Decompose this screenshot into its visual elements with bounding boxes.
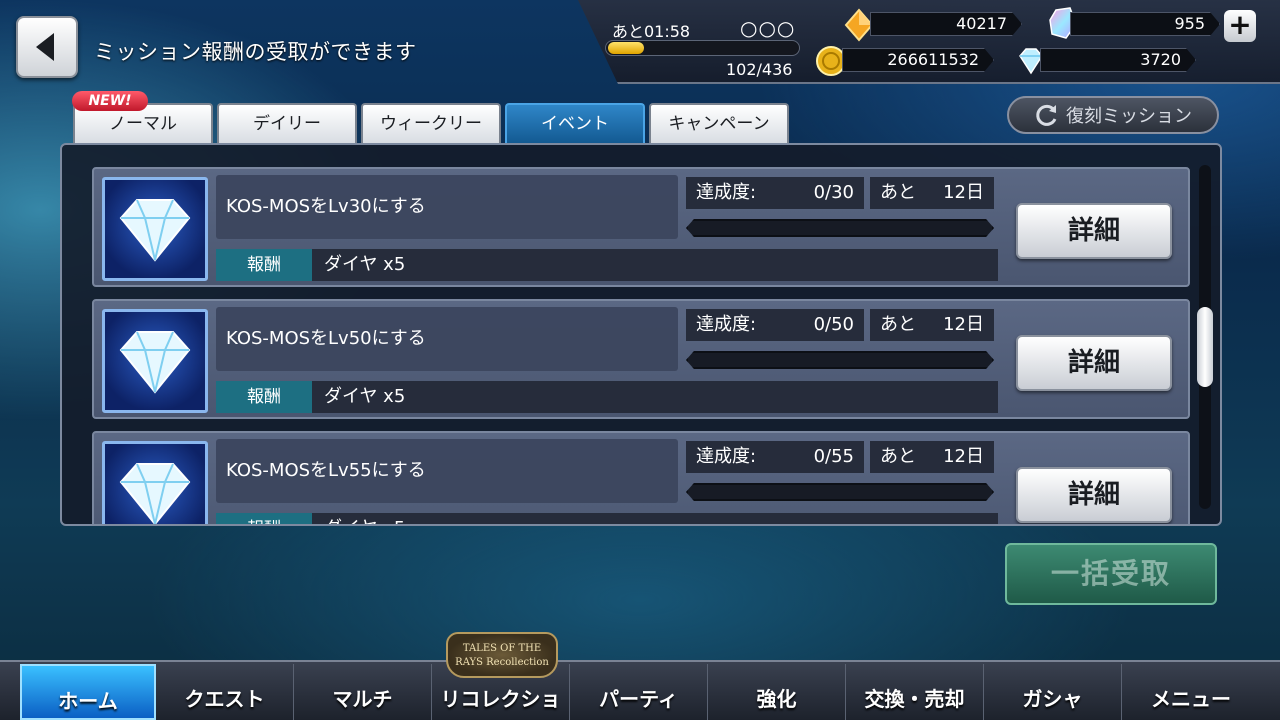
- nav-quest[interactable]: クエスト: [156, 664, 294, 720]
- rainbow-crystal-count: 955: [1070, 12, 1220, 36]
- remaining-time-box: あと 12日: [870, 441, 994, 473]
- remaining-label: あと: [880, 314, 916, 335]
- tab-event[interactable]: イベント: [505, 103, 645, 143]
- mission-row: KOS-MOSをLv50にする 達成度: 0/50 あと 12日 報酬 ダイヤ …: [92, 299, 1190, 419]
- progress-value: 0/30: [813, 182, 854, 203]
- diamond-reward-icon: [102, 309, 208, 413]
- tab-daily[interactable]: デイリー: [217, 103, 357, 143]
- mission-title: KOS-MOSをLv30にする: [216, 175, 678, 239]
- back-button[interactable]: [16, 16, 78, 78]
- progress-value: 0/50: [813, 314, 854, 335]
- mission-row: KOS-MOSをLv30にする 達成度: 0/30 あと 12日 報酬 ダイヤ …: [92, 167, 1190, 287]
- tab-campaign[interactable]: キャンペーン: [649, 103, 789, 143]
- new-badge: NEW!: [72, 91, 148, 111]
- progress-bar: [686, 351, 994, 369]
- gald-count: 266611532: [842, 48, 994, 72]
- diamond-reward-icon: [102, 177, 208, 281]
- remaining-label: あと: [880, 446, 916, 467]
- remaining-time-box: あと 12日: [870, 177, 994, 209]
- diamond-reward-icon: [102, 441, 208, 524]
- add-crystal-button[interactable]: +: [1224, 10, 1256, 42]
- remaining-value: 12日: [943, 182, 984, 203]
- revival-mission-button[interactable]: 復刻ミッション: [1007, 96, 1219, 134]
- revival-mission-label: 復刻ミッション: [1066, 106, 1192, 127]
- scrollbar-thumb[interactable]: [1197, 307, 1213, 387]
- bulk-receive-button[interactable]: 一括受取: [1005, 543, 1217, 605]
- mission-row: KOS-MOSをLv55にする 達成度: 0/55 あと 12日 報酬 ダイヤ …: [92, 431, 1190, 524]
- page-title: ミッション報酬の受取ができます: [94, 40, 417, 64]
- reward-value: ダイヤ x5: [312, 381, 998, 413]
- nav-menu[interactable]: メニュー: [1122, 664, 1260, 720]
- stamina-timer: あと01:58: [612, 22, 691, 41]
- progress-label: 達成度:: [696, 182, 757, 203]
- progress-label: 達成度:: [696, 446, 757, 467]
- remaining-label: あと: [880, 182, 916, 203]
- diamond-count: 3720: [1040, 48, 1196, 72]
- orange-crystal-count: 40217: [870, 12, 1022, 36]
- progress-bar: [686, 219, 994, 237]
- reward-value: ダイヤ x5: [312, 249, 998, 281]
- reward-value: ダイヤ x5: [312, 513, 998, 524]
- remaining-value: 12日: [943, 314, 984, 335]
- tab-weekly[interactable]: ウィークリー: [361, 103, 501, 143]
- stamina-count: 102/436: [726, 60, 793, 79]
- nav-exchange-sell[interactable]: 交換・売却: [846, 664, 984, 720]
- mission-title: KOS-MOSをLv55にする: [216, 439, 678, 503]
- reward-label: 報酬: [216, 513, 312, 524]
- mission-title: KOS-MOSをLv50にする: [216, 307, 678, 371]
- progress-box: 達成度: 0/30: [686, 177, 864, 209]
- remaining-time-box: あと 12日: [870, 309, 994, 341]
- stamina-dots: ○○○: [740, 16, 796, 40]
- back-arrow-icon: [36, 33, 54, 61]
- refresh-icon: [1036, 104, 1057, 126]
- nav-enhance[interactable]: 強化: [708, 664, 846, 720]
- detail-button[interactable]: 詳細: [1016, 467, 1172, 523]
- remaining-value: 12日: [943, 446, 984, 467]
- progress-label: 達成度:: [696, 314, 757, 335]
- nav-multi[interactable]: マルチ: [294, 664, 432, 720]
- nav-party[interactable]: パーティ: [570, 664, 708, 720]
- nav-gacha[interactable]: ガシャ: [984, 664, 1122, 720]
- detail-button[interactable]: 詳細: [1016, 203, 1172, 259]
- detail-button[interactable]: 詳細: [1016, 335, 1172, 391]
- nav-home[interactable]: ホーム: [20, 664, 156, 720]
- reward-label: 報酬: [216, 249, 312, 281]
- stamina-bar-fill: [608, 42, 644, 54]
- reward-label: 報酬: [216, 381, 312, 413]
- progress-box: 達成度: 0/55: [686, 441, 864, 473]
- progress-box: 達成度: 0/50: [686, 309, 864, 341]
- progress-bar: [686, 483, 994, 501]
- progress-value: 0/55: [813, 446, 854, 467]
- game-logo: TALES OF THE RAYS Recollection: [446, 632, 558, 678]
- mission-list-panel[interactable]: KOS-MOSをLv30にする 達成度: 0/30 あと 12日 報酬 ダイヤ …: [60, 143, 1222, 526]
